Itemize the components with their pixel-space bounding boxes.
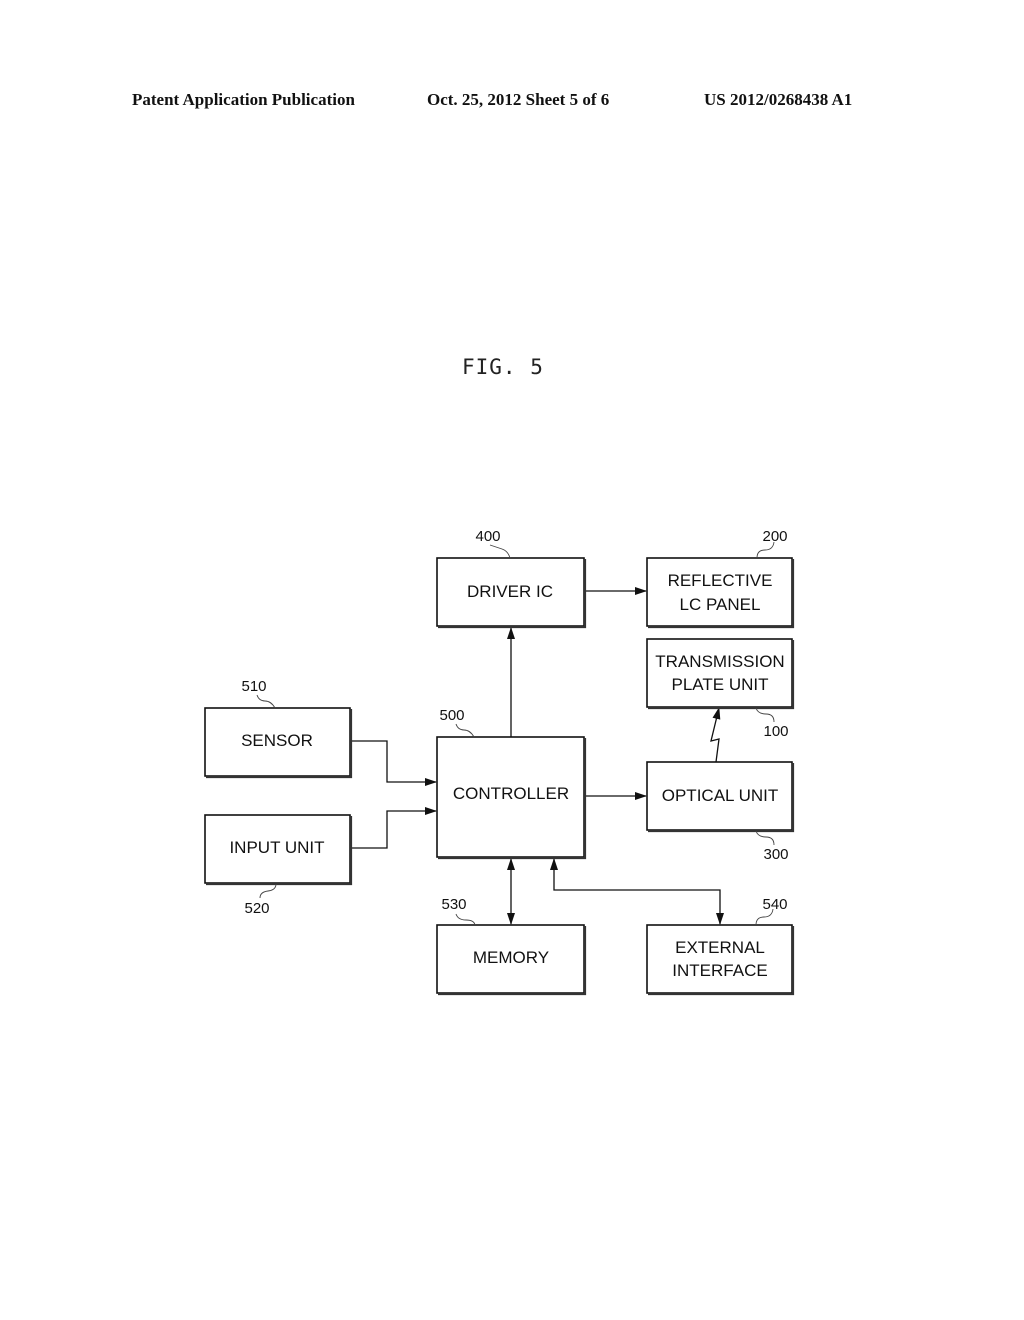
- block-label: PLATE UNIT: [672, 675, 769, 694]
- ref-number: 520: [244, 900, 269, 917]
- block-label: INTERFACE: [672, 961, 767, 980]
- block-label: TRANSMISSION: [655, 652, 784, 671]
- block-transmission-plate-unit: TRANSMISSION PLATE UNIT 100: [646, 638, 795, 740]
- block-label: CONTROLLER: [453, 784, 569, 803]
- ref-number: 300: [763, 846, 788, 863]
- connection-controller-external: [550, 858, 724, 925]
- block-label: DRIVER IC: [467, 582, 553, 601]
- block-label: MEMORY: [473, 948, 549, 967]
- block-label: EXTERNAL: [675, 938, 765, 957]
- ref-number: 400: [475, 528, 500, 545]
- block-diagram: DRIVER IC 400 REFLECTIVE LC PANEL 200 TR…: [204, 528, 795, 996]
- connection-sensor-controller: [350, 740, 437, 786]
- block-label: INPUT UNIT: [229, 838, 324, 857]
- block-label: LC PANEL: [680, 595, 761, 614]
- ref-number: 530: [441, 896, 466, 913]
- connection-optical-transmission-wireless: [710, 707, 721, 763]
- ref-number: 100: [763, 723, 788, 740]
- block-label: OPTICAL UNIT: [662, 786, 779, 805]
- block-label: REFLECTIVE: [668, 571, 773, 590]
- ref-number: 200: [762, 528, 787, 545]
- connection-input-controller: [350, 807, 437, 849]
- block-label: SENSOR: [241, 731, 313, 750]
- block-reflective-lc-panel: REFLECTIVE LC PANEL 200: [646, 528, 795, 629]
- ref-number: 510: [241, 678, 266, 695]
- ref-number: 540: [762, 896, 787, 913]
- ref-number: 500: [439, 707, 464, 724]
- block-sensor: SENSOR 510: [204, 678, 353, 779]
- block-optical-unit: OPTICAL UNIT 300: [646, 761, 795, 863]
- block-input-unit: INPUT UNIT 520: [204, 814, 353, 917]
- block-driver-ic: DRIVER IC 400: [436, 528, 587, 629]
